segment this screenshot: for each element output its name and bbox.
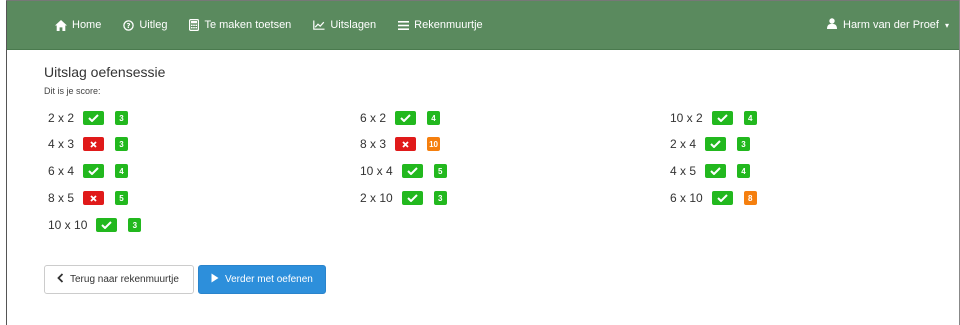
result-item: 10 x 4 5 — [360, 163, 447, 179]
check-icon — [401, 164, 423, 178]
bars-icon — [398, 20, 410, 30]
question-label: 10 x 10 — [48, 218, 88, 232]
home-icon — [55, 19, 67, 31]
score-badge: 10 — [427, 137, 441, 151]
user-menu[interactable]: Harm van der Proef ▾ — [827, 18, 949, 32]
calculator-icon — [189, 19, 200, 31]
check-icon — [401, 191, 423, 205]
question-label: 2 x 10 — [360, 191, 393, 205]
check-icon — [711, 191, 733, 205]
caret-down-icon: ▾ — [944, 20, 949, 30]
back-button-label: Terug naar rekenmuurtje — [70, 274, 179, 285]
result-item: 8 x 3 10 — [360, 136, 441, 152]
question-label: 8 x 5 — [48, 191, 75, 205]
question-label: 6 x 4 — [48, 164, 75, 178]
question-label: 6 x 2 — [360, 111, 387, 125]
line-chart-icon — [313, 20, 325, 30]
nav-item-home[interactable]: Home — [55, 19, 101, 31]
question-label: 10 x 2 — [670, 111, 703, 125]
question-circle-icon: ? — [123, 19, 135, 31]
result-item: 2 x 4 3 — [670, 136, 751, 152]
main-content: Uitslag oefensessie Dit is je score: — [44, 64, 940, 96]
play-icon — [211, 273, 219, 286]
question-label: 4 x 5 — [670, 164, 697, 178]
svg-text:?: ? — [127, 22, 131, 30]
check-icon — [711, 111, 733, 125]
cross-icon — [83, 191, 105, 205]
nav-item-label: Home — [72, 19, 102, 31]
check-icon — [395, 111, 417, 125]
question-label: 2 x 4 — [670, 137, 697, 151]
nav-item-label: Uitslagen — [330, 19, 377, 31]
result-item: 8 x 5 5 — [48, 190, 129, 206]
question-label: 4 x 3 — [48, 137, 75, 151]
check-icon — [705, 164, 727, 178]
score-badge: 3 — [128, 218, 142, 232]
top-navbar: Home ? Uitleg Te maken toetsen Uitslagen… — [7, 1, 959, 50]
chevron-left-icon — [57, 273, 64, 286]
back-to-rekenmuurtje-button[interactable]: Terug naar rekenmuurtje — [44, 265, 194, 294]
cross-icon — [83, 137, 105, 151]
score-badge: 3 — [115, 111, 129, 125]
nav-item-rekenmuurtje[interactable]: Rekenmuurtje — [398, 19, 483, 31]
result-item: 4 x 3 3 — [48, 136, 129, 152]
question-label: 2 x 2 — [48, 111, 75, 125]
score-badge: 8 — [743, 191, 757, 205]
continue-practicing-button[interactable]: Verder met oefenen — [198, 265, 326, 294]
result-item: 6 x 2 4 — [360, 110, 441, 126]
cross-icon — [395, 137, 417, 151]
nav-item-te-maken-toetsen[interactable]: Te maken toetsen — [189, 19, 291, 31]
score-badge: 5 — [115, 191, 129, 205]
question-label: 8 x 3 — [360, 137, 387, 151]
result-item: 6 x 4 4 — [48, 163, 129, 179]
result-item: 10 x 10 3 — [48, 217, 142, 233]
score-badge: 3 — [115, 137, 129, 151]
result-item: 2 x 2 3 — [48, 110, 129, 126]
nav-item-label: Te maken toetsen — [204, 19, 292, 31]
nav-menu: Home ? Uitleg Te maken toetsen Uitslagen… — [55, 19, 483, 31]
question-label: 10 x 4 — [360, 164, 393, 178]
nav-item-uitleg[interactable]: ? Uitleg — [123, 19, 167, 31]
score-badge: 4 — [737, 164, 751, 178]
page-subtitle: Dit is je score: — [44, 86, 101, 96]
action-buttons: Terug naar rekenmuurtje Verder met oefen… — [44, 265, 326, 294]
check-icon — [83, 111, 105, 125]
page-title: Uitslag oefensessie — [44, 64, 166, 80]
check-icon — [96, 218, 118, 232]
result-item: 2 x 10 3 — [360, 190, 447, 206]
score-badge: 3 — [433, 191, 447, 205]
score-badge: 5 — [433, 164, 447, 178]
score-badge: 3 — [737, 137, 751, 151]
result-item: 4 x 5 4 — [670, 163, 751, 179]
result-item: 10 x 2 4 — [670, 110, 757, 126]
score-badge: 4 — [115, 164, 129, 178]
question-label: 6 x 10 — [670, 191, 703, 205]
continue-button-label: Verder met oefenen — [225, 274, 313, 285]
nav-item-label: Rekenmuurtje — [414, 19, 483, 31]
results-grid: 2 x 2 3 4 x 3 3 6 x 4 4 8 x 5 5 10 x 10 3 6 x 2 4 8 … — [48, 110, 928, 240]
score-badge: 4 — [743, 111, 757, 125]
check-icon — [705, 137, 727, 151]
result-item: 6 x 10 8 — [670, 190, 757, 206]
user-name: Harm van der Proef — [843, 19, 939, 31]
user-icon — [827, 18, 837, 32]
score-badge: 4 — [427, 111, 441, 125]
check-icon — [83, 164, 105, 178]
nav-item-uitslagen[interactable]: Uitslagen — [313, 19, 376, 31]
nav-item-label: Uitleg — [139, 19, 168, 31]
